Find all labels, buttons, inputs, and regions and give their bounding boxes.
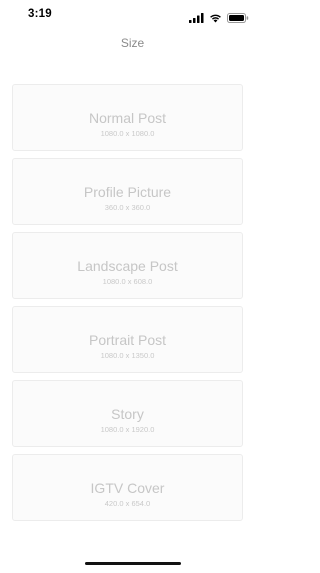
status-icons [189, 10, 249, 28]
page-title: Size [120, 36, 145, 50]
size-option-profile-picture[interactable]: Profile Picture 360.0 x 360.0 [12, 158, 243, 225]
size-option-title: Portrait Post [88, 332, 167, 348]
status-time: 3:19 [28, 8, 52, 20]
size-option-landscape-post[interactable]: Landscape Post 1080.0 x 608.0 [12, 232, 243, 299]
size-option-dimensions: 420.0 x 654.0 [104, 499, 151, 508]
home-indicator[interactable] [85, 562, 181, 565]
size-option-title: Landscape Post [77, 258, 178, 274]
size-option-normal-post[interactable]: Normal Post 1080.0 x 1080.0 [12, 84, 243, 151]
status-bar: 3:19 [0, 0, 265, 32]
size-option-dimensions: 1080.0 x 1350.0 [100, 351, 155, 360]
size-option-list: Normal Post 1080.0 x 1080.0 Profile Pict… [12, 84, 243, 528]
size-option-title: IGTV Cover [90, 480, 165, 496]
size-option-portrait-post[interactable]: Portrait Post 1080.0 x 1350.0 [12, 306, 243, 373]
size-option-title: Story [111, 406, 144, 422]
size-option-dimensions: 1080.0 x 608.0 [102, 277, 153, 286]
size-option-igtv-cover[interactable]: IGTV Cover 420.0 x 654.0 [12, 454, 243, 521]
size-option-story[interactable]: Story 1080.0 x 1920.0 [12, 380, 243, 447]
size-option-title: Profile Picture [83, 184, 172, 200]
size-option-dimensions: 1080.0 x 1080.0 [100, 129, 155, 138]
size-option-dimensions: 1080.0 x 1920.0 [100, 425, 155, 434]
size-option-title: Normal Post [88, 110, 167, 126]
signal-icon [189, 10, 204, 28]
size-option-dimensions: 360.0 x 360.0 [104, 203, 151, 212]
battery-icon [227, 10, 249, 28]
wifi-icon [209, 10, 222, 28]
